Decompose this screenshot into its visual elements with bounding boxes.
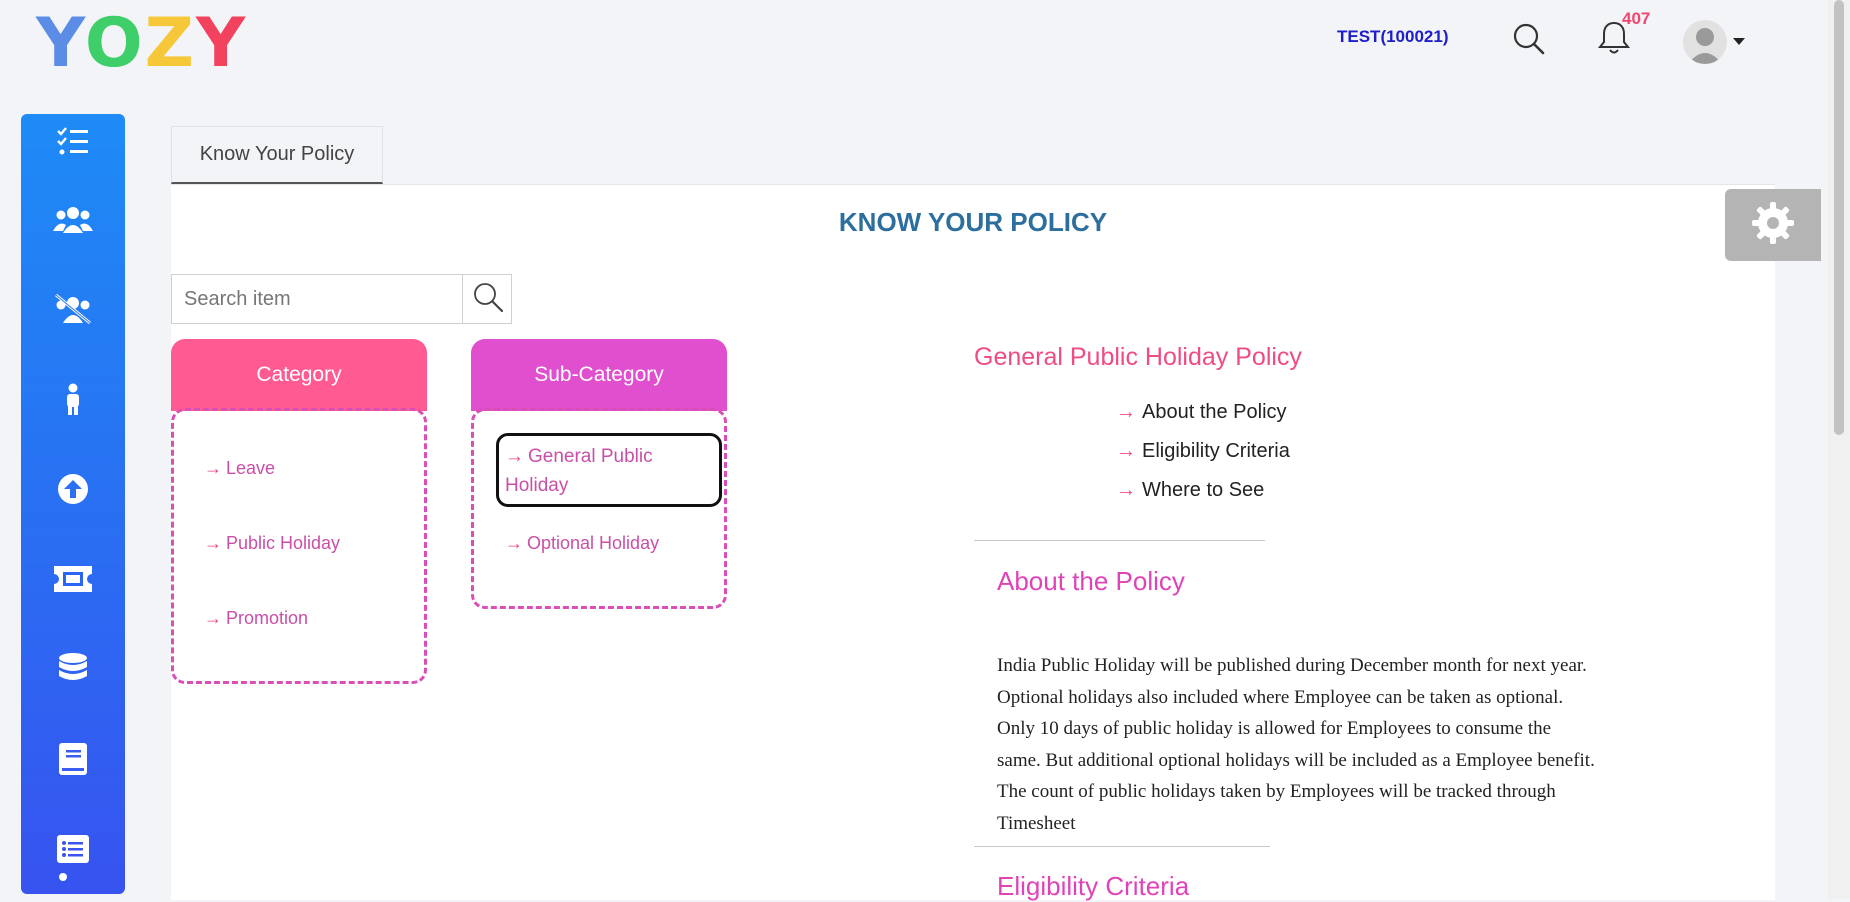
category-item-label: Public Holiday xyxy=(226,533,341,553)
logo-letter: Y xyxy=(195,4,248,83)
category-item-label: Promotion xyxy=(226,608,309,628)
about-policy-text: India Public Holiday will be published d… xyxy=(997,655,1595,834)
search-icon[interactable] xyxy=(1512,22,1546,61)
sidebar-item-profile[interactable] xyxy=(21,371,125,431)
arrow-right-icon: → xyxy=(505,533,523,553)
sidebar-item-employees[interactable] xyxy=(21,191,125,251)
arrow-up-circle-icon xyxy=(57,473,89,510)
category-item-public-holiday[interactable]: → Public Holiday xyxy=(204,533,340,554)
sidebar-item-policy[interactable] xyxy=(21,731,125,791)
toc-link-eligibility[interactable]: → Eligibility Criteria xyxy=(1116,440,1290,463)
search-input[interactable] xyxy=(172,275,462,323)
subcategory-item-optional-holiday[interactable]: → Optional Holiday xyxy=(505,533,659,554)
users-icon xyxy=(53,204,93,239)
users-slash-icon xyxy=(53,293,93,330)
toc-link-about[interactable]: → About the Policy xyxy=(1116,401,1287,424)
avatar[interactable] xyxy=(1683,20,1727,64)
toc-link-label: About the Policy xyxy=(1142,401,1287,423)
notification-count-badge[interactable]: 407 xyxy=(1622,9,1650,29)
yozy-logo[interactable]: YOZY xyxy=(36,8,247,80)
category-item-leave[interactable]: → Leave xyxy=(204,458,275,479)
toc-link-label: Eligibility Criteria xyxy=(1142,440,1290,462)
database-icon xyxy=(58,652,88,691)
chevron-down-icon[interactable] xyxy=(1733,38,1745,45)
logo-letter: Z xyxy=(144,4,196,83)
subcategory-item-general-public-holiday[interactable]: → General Public Holiday xyxy=(505,442,710,500)
logo-letter: O xyxy=(84,4,145,83)
subcategory-header: Sub-Category xyxy=(471,339,727,411)
current-user-label[interactable]: TEST(100021) xyxy=(1337,27,1449,47)
section-heading-about: About the Policy xyxy=(997,566,1185,596)
subcategory-card: Sub-Category → General Public Holiday → O… xyxy=(471,339,727,609)
category-item-label: Leave xyxy=(226,458,276,478)
toc-link-where-to-see[interactable]: → Where to See xyxy=(1116,479,1264,502)
list-alt-icon xyxy=(57,834,89,868)
arrow-right-icon: → xyxy=(1116,479,1136,501)
sidebar-item-reports[interactable] xyxy=(21,821,125,881)
subcategory-item-text: General Public Holiday xyxy=(505,446,653,496)
arrow-right-icon: → xyxy=(1116,401,1136,423)
search-icon xyxy=(472,281,504,318)
settings-button[interactable] xyxy=(1725,189,1821,261)
tab-know-your-policy[interactable]: Know Your Policy xyxy=(171,126,383,184)
sidebar-item-data[interactable] xyxy=(21,641,125,701)
arrow-right-icon: → xyxy=(505,446,524,467)
divider xyxy=(974,846,1270,847)
category-list: → Leave → Public Holiday → Promotion xyxy=(171,408,427,684)
sidebar-item-exits[interactable] xyxy=(21,281,125,341)
category-header: Category xyxy=(171,339,427,411)
search-box xyxy=(171,274,512,324)
arrow-right-icon: → xyxy=(1116,440,1136,462)
arrow-right-icon: → xyxy=(204,458,222,478)
arrow-right-icon: → xyxy=(204,533,222,553)
subcategory-item-label: → General Public Holiday xyxy=(505,442,710,500)
page-title: KNOW YOUR POLICY xyxy=(838,207,1108,237)
scrollbar-thumb[interactable] xyxy=(1834,0,1844,435)
subcategory-list: → General Public Holiday → Optional Holid… xyxy=(471,408,727,609)
ticket-icon xyxy=(54,565,92,597)
person-icon xyxy=(65,383,81,420)
main-panel: KNOW YOUR POLICY Category → Leave → Publ… xyxy=(171,184,1775,901)
subcategory-item-label: Optional Holiday xyxy=(527,533,660,553)
search-button[interactable] xyxy=(462,275,513,323)
sidebar xyxy=(21,114,125,894)
divider xyxy=(974,540,1265,541)
book-icon xyxy=(59,742,87,780)
toc-link-label: Where to See xyxy=(1142,479,1265,501)
category-item-promotion[interactable]: → Promotion xyxy=(204,608,308,629)
arrow-right-icon: → xyxy=(204,608,222,628)
policy-heading: General Public Holiday Policy xyxy=(974,343,1302,371)
checklist-icon xyxy=(56,126,90,162)
sidebar-item-tickets[interactable] xyxy=(21,551,125,611)
sidebar-item-upload[interactable] xyxy=(21,461,125,521)
category-card: Category → Leave → Public Holiday → Prom… xyxy=(171,339,427,684)
sidebar-item-tasks[interactable] xyxy=(21,114,125,174)
section-heading-eligibility: Eligibility Criteria xyxy=(997,871,1190,901)
logo-letter: Y xyxy=(36,4,85,83)
gear-icon xyxy=(1751,201,1795,250)
